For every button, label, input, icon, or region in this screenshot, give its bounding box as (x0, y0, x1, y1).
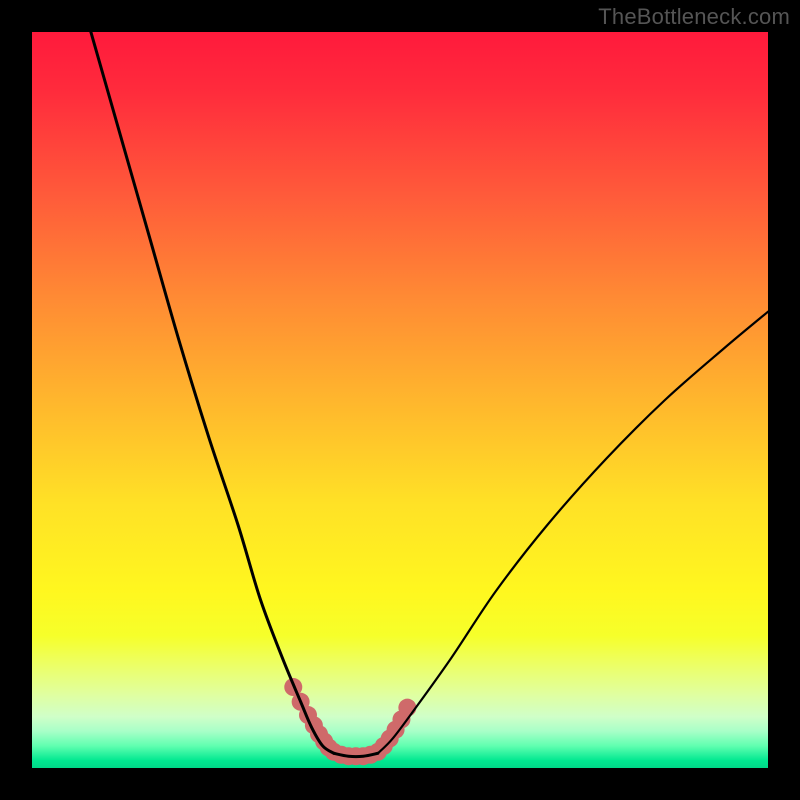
valley-marker-dot (398, 699, 416, 717)
curve-left-branch (91, 32, 334, 753)
curve-right-branch (378, 312, 768, 754)
chart-frame: TheBottleneck.com (0, 0, 800, 800)
plot-area (32, 32, 768, 768)
valley-markers (284, 678, 416, 765)
watermark-text: TheBottleneck.com (598, 4, 790, 30)
curve-layer (32, 32, 768, 768)
